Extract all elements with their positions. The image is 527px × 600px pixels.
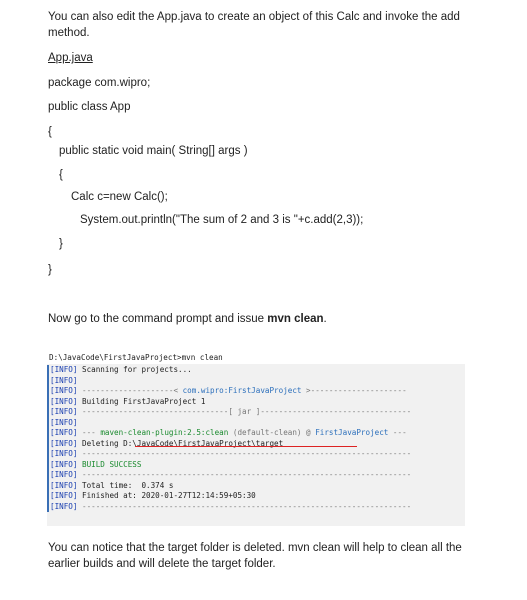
code-line-main-close: }	[59, 238, 63, 250]
command-instruction: Now go to the command prompt and issue m…	[48, 311, 327, 327]
intro-paragraph: You can also edit the App.java to create…	[48, 11, 460, 39]
console-output: [INFO] Scanning for projects... [INFO] […	[47, 365, 465, 512]
code-line-close-brace: }	[48, 264, 52, 276]
instruction-text: Now go to the command prompt and issue	[48, 313, 268, 325]
code-line-class: public class App	[48, 101, 131, 113]
divider: ----------------------------------------…	[82, 470, 412, 479]
project-id: com.wipro:FirstJavaProject	[182, 386, 302, 395]
project-dash-left: --------------------<	[82, 386, 183, 395]
console-line: [INFO] ---------------------------------…	[49, 502, 465, 513]
plugin-project: FirstJavaProject	[315, 428, 389, 437]
code-line-main-open: {	[59, 169, 63, 181]
plugin-suffix: ---	[388, 428, 407, 437]
code-line-println: System.out.println("The sum of 2 and 3 i…	[80, 214, 364, 226]
instruction-command: mvn clean	[267, 313, 324, 325]
console-line: [INFO]	[49, 376, 465, 387]
code-line-calc: Calc c=new Calc();	[71, 191, 168, 203]
code-line-open-brace: {	[48, 126, 52, 138]
info-tag: [INFO]	[50, 428, 78, 437]
packaging-dash-right: ]---------------------------------	[251, 407, 412, 416]
info-tag: [INFO]	[50, 417, 78, 427]
info-tag: [INFO]	[50, 459, 78, 469]
plugin-mid: (default-clean) @	[228, 428, 316, 437]
console-line: [INFO] --- maven-clean-plugin:2.5:clean …	[49, 428, 465, 439]
console-line: [INFO] Finished at: 2020-01-27T12:14:59+…	[49, 491, 465, 502]
file-label: App.java	[48, 52, 93, 64]
instruction-period: .	[323, 313, 327, 325]
console-line: [INFO] ---------------------------------…	[49, 470, 465, 481]
info-tag: [INFO]	[50, 386, 78, 395]
total-time: Total time: 0.374 s	[82, 480, 174, 490]
outro-paragraph: You can notice that the target folder is…	[48, 542, 462, 570]
console-screenshot: D:\JavaCode\FirstJavaProject>mvn clean […	[47, 352, 465, 526]
info-tag: [INFO]	[50, 491, 78, 500]
console-line: [INFO] Building FirstJavaProject 1	[49, 397, 465, 408]
info-tag: [INFO]	[50, 365, 78, 374]
code-line-package: package com.wipro;	[48, 77, 151, 89]
info-tag: [INFO]	[50, 396, 78, 406]
console-line: [INFO] Deleting D:\JavaCode\FirstJavaPro…	[49, 439, 465, 450]
console-prompt: D:\JavaCode\FirstJavaProject>mvn clean	[47, 352, 465, 364]
building-text: Building FirstJavaProject 1	[82, 396, 206, 406]
info-tag: [INFO]	[50, 375, 78, 385]
info-tag: [INFO]	[50, 480, 78, 490]
plugin-prefix: ---	[82, 428, 101, 437]
build-success: BUILD SUCCESS	[82, 459, 142, 469]
console-line: [INFO] --------------------------------[…	[49, 407, 465, 418]
console-line: [INFO] BUILD SUCCESS	[49, 460, 465, 471]
scanning-text: Scanning for projects...	[82, 365, 192, 374]
console-line: [INFO] ---------------------------------…	[49, 449, 465, 460]
info-tag: [INFO]	[50, 470, 78, 479]
finished-at: Finished at: 2020-01-27T12:14:59+05:30	[82, 491, 256, 500]
code-line-main: public static void main( String[] args )	[59, 145, 248, 157]
project-dash-right: >---------------------	[301, 386, 407, 395]
console-line: [INFO]	[49, 418, 465, 429]
info-tag: [INFO]	[50, 407, 78, 416]
console-line: [INFO] --------------------< com.wipro:F…	[49, 386, 465, 397]
plugin-name: maven-clean-plugin:2.5:clean	[100, 428, 229, 437]
packaging-dash-left: --------------------------------[	[82, 407, 238, 416]
console-line: [INFO] Total time: 0.374 s	[49, 481, 465, 492]
divider: ----------------------------------------…	[82, 449, 412, 458]
console-line: [INFO] Scanning for projects...	[49, 365, 465, 376]
info-tag: [INFO]	[50, 438, 78, 448]
info-tag: [INFO]	[50, 501, 78, 511]
info-tag: [INFO]	[50, 449, 78, 458]
packaging-type: jar	[237, 407, 252, 416]
deleting-underline	[135, 446, 357, 447]
divider: ----------------------------------------…	[82, 501, 412, 511]
